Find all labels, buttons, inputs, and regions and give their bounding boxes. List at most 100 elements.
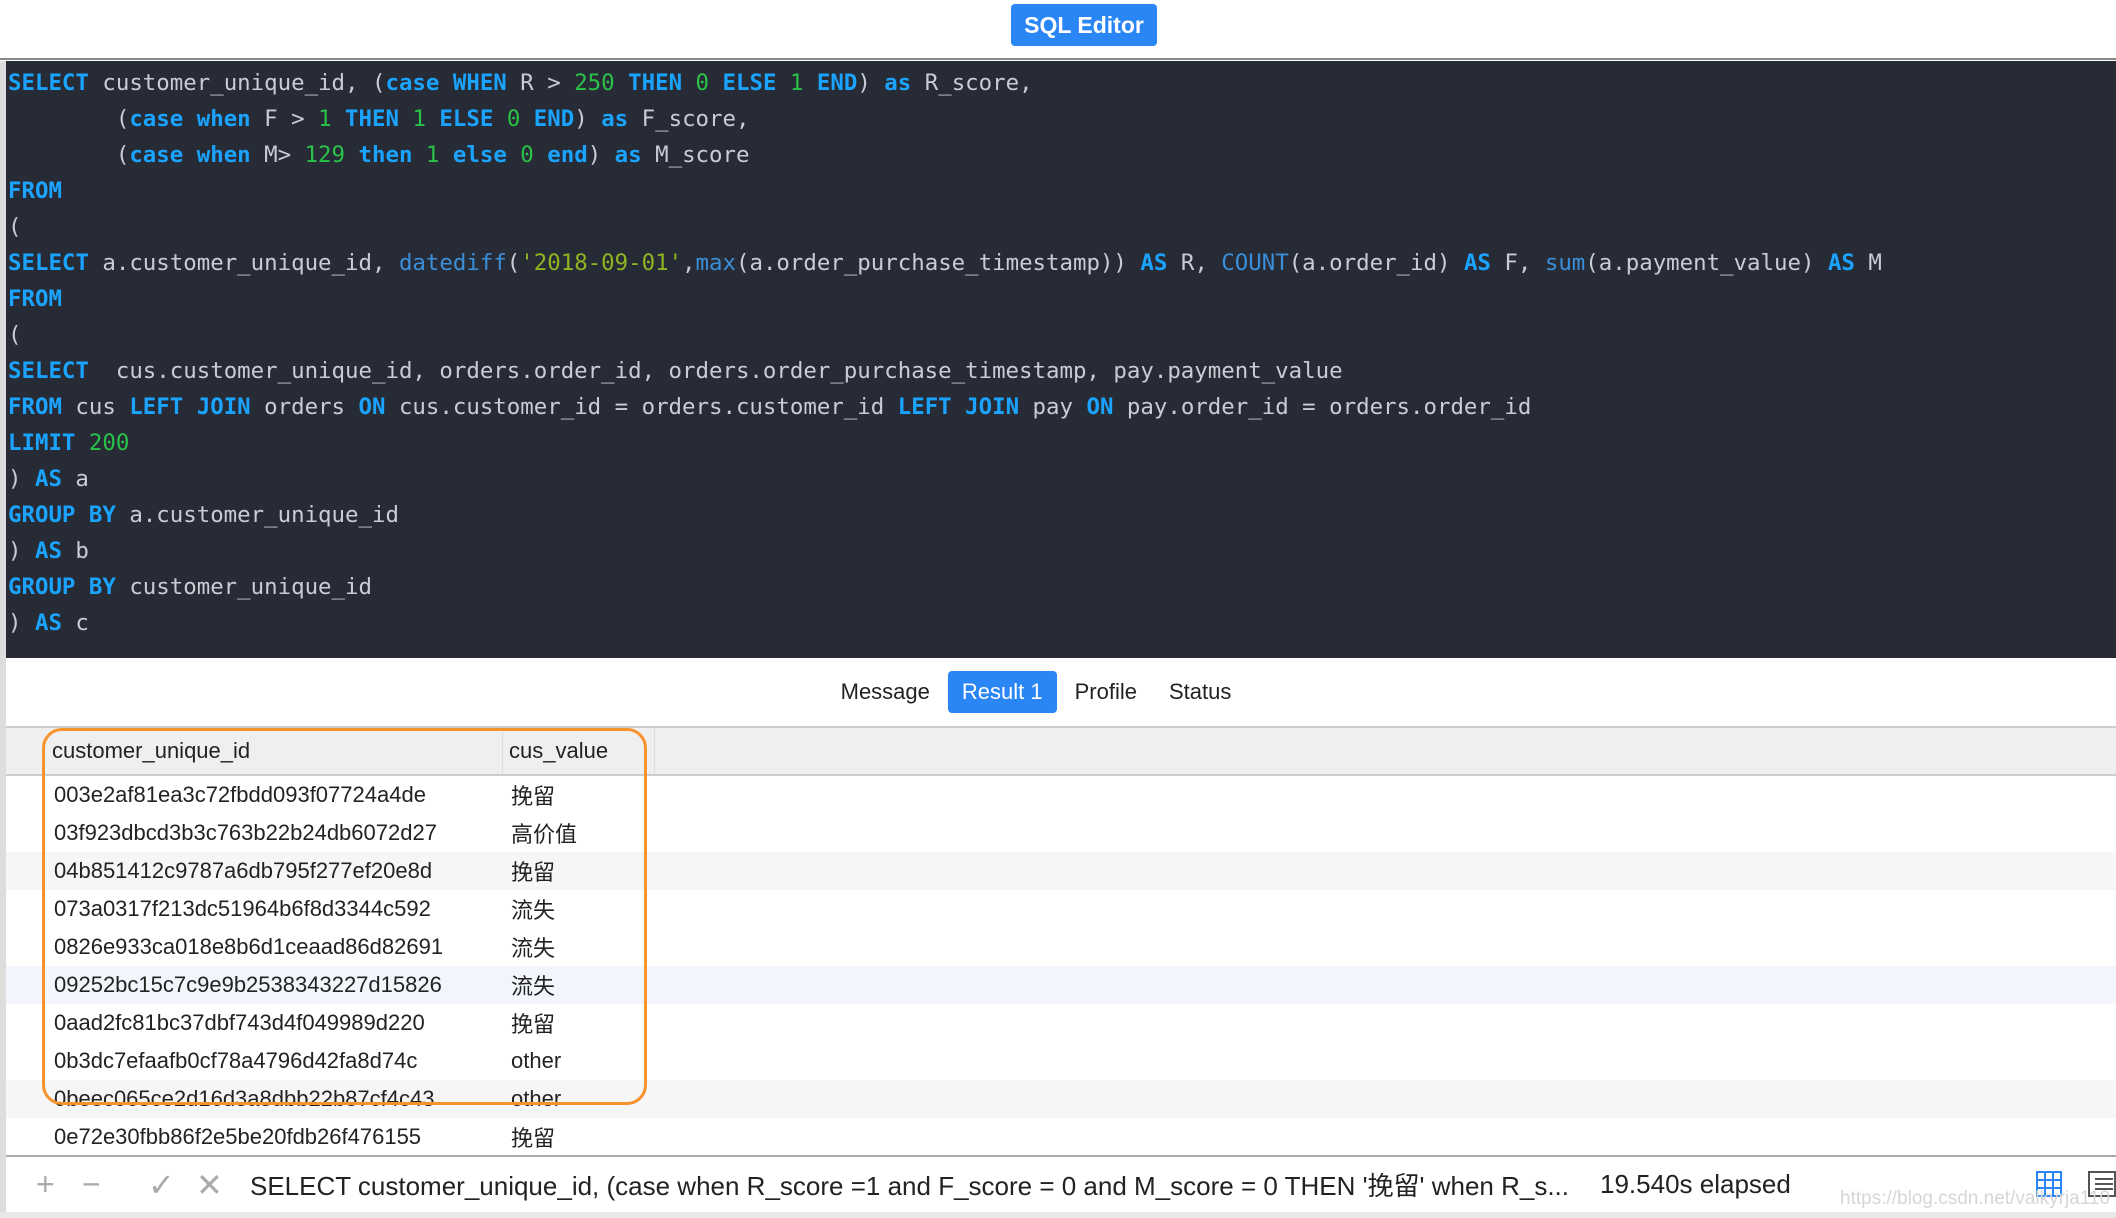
code-line: FROM <box>6 281 2116 317</box>
code-token-kw: SELECT <box>8 70 89 96</box>
minus-icon[interactable]: − <box>82 1166 101 1203</box>
cell-cus-value[interactable]: 挽留 <box>503 855 655 887</box>
cell-customer-unique-id[interactable]: 0e72e30fbb86f2e5be20fdb26f476155 <box>6 1124 503 1150</box>
tab-profile[interactable]: Profile <box>1061 671 1151 713</box>
x-icon[interactable]: ✕ <box>196 1166 223 1204</box>
code-token-kw: then <box>345 142 426 168</box>
query-text: SELECT customer_unique_id, (case when R_… <box>250 1171 1570 1201</box>
code-token-kw: END <box>520 106 575 132</box>
code-line: ) AS c <box>6 605 2116 641</box>
cell-customer-unique-id[interactable]: 04b851412c9787a6db795f277ef20e8d <box>6 858 503 884</box>
table-row[interactable]: 0e72e30fbb86f2e5be20fdb26f476155 挽留 <box>6 1118 2116 1155</box>
cell-cus-value[interactable]: 挽留 <box>503 1121 655 1153</box>
cell-customer-unique-id[interactable]: 0826e933ca018e8b6d1ceaad86d82691 <box>6 934 503 960</box>
cell-cus-value[interactable]: 流失 <box>503 931 655 963</box>
code-token-num: 200 <box>75 430 130 456</box>
code-token-pl: customer_unique_id, ( <box>88 70 386 96</box>
code-token-pl: , <box>682 250 696 276</box>
code-token-kw: THEN <box>331 106 413 132</box>
code-token-pl: ( <box>8 106 130 132</box>
cell-cus-value[interactable]: 挽留 <box>503 1007 655 1039</box>
code-token-kw: case when <box>129 142 251 168</box>
cell-cus-value[interactable]: 流失 <box>503 893 655 925</box>
code-line: GROUP BY customer_unique_id <box>6 569 2116 605</box>
code-token-kw: AS <box>1827 250 1855 276</box>
plus-icon[interactable]: + <box>36 1166 55 1203</box>
code-line: LIMIT 200 <box>6 425 2116 461</box>
table-row[interactable]: 0beec065ce2d16d3a8dbb22b87cf4c43 other <box>6 1080 2116 1118</box>
cell-customer-unique-id[interactable]: 003e2af81ea3c72fbdd093f07724a4de <box>6 782 503 808</box>
cell-customer-unique-id[interactable]: 09252bc15c7c9e9b2538343227d15826 <box>6 972 503 998</box>
cell-customer-unique-id[interactable]: 0beec065ce2d16d3a8dbb22b87cf4c43 <box>6 1086 503 1112</box>
table-row[interactable]: 073a0317f213dc51964b6f8d3344c592 流失 <box>6 890 2116 928</box>
code-token-pl: pay.order_id = orders.order_id <box>1113 394 1532 420</box>
cell-customer-unique-id[interactable]: 073a0317f213dc51964b6f8d3344c592 <box>6 896 503 922</box>
code-token-kw: LEFT JOIN <box>897 394 1020 420</box>
cell-cus-value[interactable]: 流失 <box>503 969 655 1001</box>
code-line: SELECT customer_unique_id, (case WHEN R … <box>6 65 2116 101</box>
check-icon[interactable]: ✓ <box>148 1166 175 1204</box>
code-token-kw: FROM <box>8 394 62 420</box>
code-token-kw: ELSE <box>709 70 790 96</box>
title-bar: SQL Editor <box>0 0 2116 60</box>
code-token-kw: AS <box>1140 250 1168 276</box>
code-token-kw: LIMIT <box>8 430 76 456</box>
code-token-pl: c <box>61 610 89 636</box>
tab-status[interactable]: Status <box>1155 671 1245 713</box>
code-token-pl: a <box>61 466 89 492</box>
table-row[interactable]: 0b3dc7efaafb0cf78a4796d42fa8d74c other <box>6 1042 2116 1080</box>
cell-customer-unique-id[interactable]: 0b3dc7efaafb0cf78a4796d42fa8d74c <box>6 1048 503 1074</box>
code-token-fn: datediff <box>398 250 507 276</box>
table-row[interactable]: 0aad2fc81bc37dbf743d4f049989d220 挽留 <box>6 1004 2116 1042</box>
cell-cus-value[interactable]: other <box>503 1086 655 1112</box>
code-token-pl: (a.order_id) <box>1288 250 1464 276</box>
code-token-num: 1 <box>425 142 440 168</box>
code-line: (case when F > 1 THEN 1 ELSE 0 END) as F… <box>6 101 2116 137</box>
code-token-kw: ON <box>358 394 386 420</box>
code-token-num: 0 <box>695 70 710 96</box>
code-line: ) AS a <box>6 461 2116 497</box>
cell-cus-value[interactable]: other <box>503 1048 655 1074</box>
table-row[interactable]: 09252bc15c7c9e9b2538343227d15826 流失 <box>6 966 2116 1004</box>
code-token-pl: a.customer_unique_id, <box>88 250 399 276</box>
cell-cus-value[interactable]: 挽留 <box>503 779 655 811</box>
cell-cus-value[interactable]: 高价值 <box>503 817 655 849</box>
tab-result-1[interactable]: Result 1 <box>947 671 1057 713</box>
code-token-kw: END <box>803 70 858 96</box>
code-token-pl: M> <box>250 142 305 168</box>
code-token-pl: ) <box>857 70 885 96</box>
code-token-pl: ) <box>8 610 35 636</box>
code-line: GROUP BY a.customer_unique_id <box>6 497 2116 533</box>
code-token-num: 0 <box>506 106 521 132</box>
column-header-customer-unique-id[interactable]: customer_unique_id <box>6 728 503 774</box>
table-row[interactable]: 04b851412c9787a6db795f277ef20e8d 挽留 <box>6 852 2116 890</box>
code-token-pl: R, <box>1167 250 1222 276</box>
code-token-pl: cus.customer_id = orders.customer_id <box>385 394 898 420</box>
code-token-pl: F_score, <box>628 106 750 132</box>
code-line: ( <box>6 209 2116 245</box>
code-token-kw: as <box>614 142 642 168</box>
tab-message[interactable]: Message <box>827 671 944 713</box>
cell-customer-unique-id[interactable]: 0aad2fc81bc37dbf743d4f049989d220 <box>6 1010 503 1036</box>
column-header-cus-value[interactable]: cus_value <box>503 728 655 774</box>
code-line: (case when M> 129 then 1 else 0 end) as … <box>6 137 2116 173</box>
sql-editor[interactable]: SELECT customer_unique_id, (case WHEN R … <box>6 61 2116 658</box>
status-bar: + − ✓ ✕ SELECT customer_unique_id, (case… <box>6 1155 2116 1212</box>
table-row[interactable]: 003e2af81ea3c72fbdd093f07724a4de 挽留 <box>6 776 2116 814</box>
table-row[interactable]: 0826e933ca018e8b6d1ceaad86d82691 流失 <box>6 928 2116 966</box>
code-token-pl: (a.payment_value) <box>1585 250 1828 276</box>
code-token-pl: R > <box>506 70 575 96</box>
code-line: ) AS b <box>6 533 2116 569</box>
code-token-fn: COUNT <box>1221 250 1289 276</box>
code-token-pl: (a.order_purchase_timestamp)) <box>735 250 1141 276</box>
code-token-pl: customer_unique_id <box>115 574 372 600</box>
elapsed-time: 19.540s elapsed <box>1600 1169 1791 1199</box>
table-row[interactable]: 03f923dbcd3b3c763b22b24db6072d27 高价值 <box>6 814 2116 852</box>
sql-editor-button[interactable]: SQL Editor <box>1011 4 1157 46</box>
cell-customer-unique-id[interactable]: 03f923dbcd3b3c763b22b24db6072d27 <box>6 820 503 846</box>
code-token-kw: else <box>439 142 521 168</box>
code-token-pl: F, <box>1490 250 1545 276</box>
code-line: FROM <box>6 173 2116 209</box>
code-token-pl: orders <box>250 394 359 420</box>
code-token-kw: LEFT JOIN <box>129 394 251 420</box>
